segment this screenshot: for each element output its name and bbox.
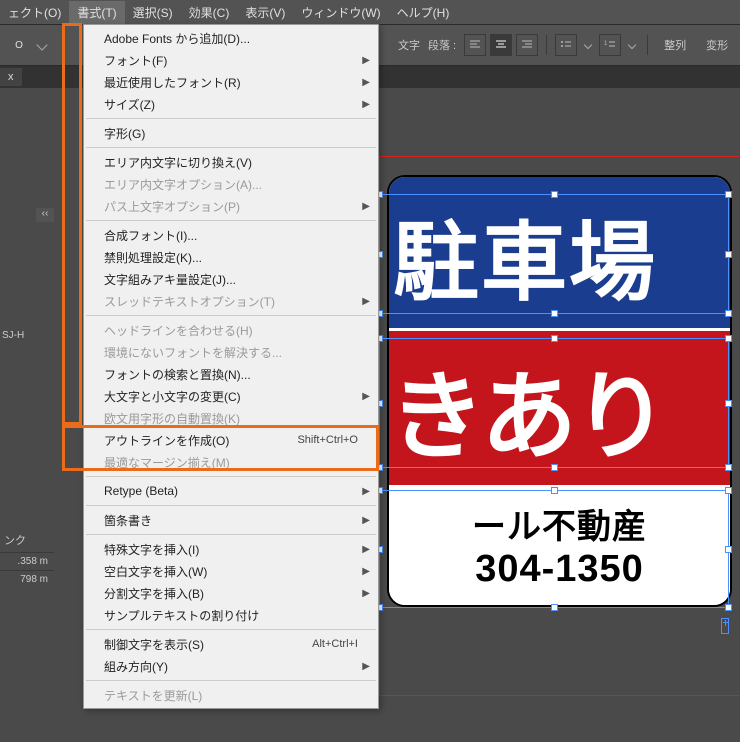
separator	[647, 35, 648, 55]
menu-window[interactable]: ウィンドウ(W)	[293, 1, 388, 24]
menu-item[interactable]: 合成フォント(I)...	[84, 224, 378, 246]
menu-view[interactable]: 表示(V)	[237, 1, 293, 24]
canvas[interactable]: 駐車場 きあり ール不動産 304-1350	[379, 148, 740, 703]
submenu-arrow-icon: ▶	[362, 588, 370, 599]
menu-item: 欧文用字形の自動置換(K)	[84, 407, 378, 429]
menu-item: テキストを更新(L)	[84, 684, 378, 706]
menu-item[interactable]: 組み方向(Y)▶	[84, 655, 378, 677]
submenu-arrow-icon: ▶	[362, 77, 370, 88]
menu-separator	[86, 680, 376, 681]
submenu-arrow-icon: ▶	[362, 544, 370, 555]
menu-effect[interactable]: 効果(C)	[181, 1, 238, 24]
shortcut-label: Alt+Ctrl+I	[312, 638, 358, 650]
menu-object[interactable]: ェクト(O)	[0, 1, 69, 24]
submenu-arrow-icon: ▶	[362, 296, 370, 307]
menu-separator	[86, 118, 376, 119]
menu-select[interactable]: 選択(S)	[125, 1, 181, 24]
chevron-down-icon[interactable]	[584, 41, 592, 49]
shortcut-label: Shift+Ctrl+O	[297, 434, 358, 446]
chevron-down-icon	[36, 39, 47, 50]
panel-text: SJ-H	[2, 330, 24, 341]
menu-item[interactable]: フォントの検索と置換(N)...	[84, 363, 378, 385]
menu-separator	[86, 476, 376, 477]
submenu-arrow-icon: ▶	[362, 515, 370, 526]
menu-item: エリア内文字オプション(A)...	[84, 173, 378, 195]
menu-item[interactable]: Adobe Fonts から追加(D)...	[84, 27, 378, 49]
char-panel-btn[interactable]: O	[8, 34, 30, 56]
menu-separator	[86, 505, 376, 506]
menu-type[interactable]: 書式(T)	[69, 1, 124, 24]
menu-item[interactable]: 文字組みアキ量設定(J)...	[84, 268, 378, 290]
align-right-btn[interactable]	[516, 34, 538, 56]
menubar: ェクト(O) 書式(T) 選択(S) 効果(C) 表示(V) ウィンドウ(W) …	[0, 0, 740, 24]
tab-close[interactable]: x	[8, 71, 14, 83]
menu-item[interactable]: フォント(F)▶	[84, 49, 378, 71]
menu-item[interactable]: サイズ(Z)▶	[84, 93, 378, 115]
menu-item[interactable]: サンプルテキストの割り付け	[84, 604, 378, 626]
submenu-arrow-icon: ▶	[362, 55, 370, 66]
submenu-arrow-icon: ▶	[362, 99, 370, 110]
height-field[interactable]: 798 m	[0, 570, 54, 588]
menu-item[interactable]: 字形(G)	[84, 122, 378, 144]
document-tab[interactable]: x	[0, 68, 22, 86]
align-panel-btn[interactable]: 整列	[656, 34, 694, 56]
menu-item: 最適なマージン揃え(M)	[84, 451, 378, 473]
list-bullet-btn[interactable]	[555, 34, 577, 56]
panel-collapse[interactable]: ‹‹	[36, 208, 54, 222]
menu-separator	[86, 629, 376, 630]
svg-text:1: 1	[604, 41, 608, 47]
link-panel-label[interactable]: ンク	[0, 528, 54, 552]
menu-item[interactable]: 大文字と小文字の変更(C)▶	[84, 385, 378, 407]
menu-item: ヘッドラインを合わせる(H)	[84, 319, 378, 341]
align-left-btn[interactable]	[464, 34, 486, 56]
chevron-down-icon[interactable]	[628, 41, 636, 49]
menu-separator	[86, 534, 376, 535]
selection-box[interactable]	[379, 338, 729, 468]
menu-help[interactable]: ヘルプ(H)	[389, 1, 458, 24]
menu-item[interactable]: 禁則処理設定(K)...	[84, 246, 378, 268]
menu-item[interactable]: 制御文字を表示(S)Alt+Ctrl+I	[84, 633, 378, 655]
menu-item: スレッドテキストオプション(T)▶	[84, 290, 378, 312]
type-menu-dropdown: Adobe Fonts から追加(D)...フォント(F)▶最近使用したフォント…	[83, 24, 379, 709]
submenu-arrow-icon: ▶	[362, 391, 370, 402]
selection-box[interactable]	[379, 490, 729, 608]
menu-separator	[86, 315, 376, 316]
menu-item[interactable]: 箇条書き▶	[84, 509, 378, 531]
menu-item[interactable]: 分割文字を挿入(B)▶	[84, 582, 378, 604]
overflow-indicator[interactable]	[721, 618, 729, 634]
selection-box[interactable]	[379, 194, 729, 314]
width-field[interactable]: .358 m	[0, 552, 54, 570]
menu-item: パス上文字オプション(P)▶	[84, 195, 378, 217]
text-label: 文字	[398, 37, 420, 53]
menu-separator	[86, 220, 376, 221]
menu-item[interactable]: Retype (Beta)▶	[84, 480, 378, 502]
list-number-btn[interactable]: 1	[599, 34, 621, 56]
menu-item[interactable]: エリア内文字に切り換え(V)	[84, 151, 378, 173]
submenu-arrow-icon: ▶	[362, 661, 370, 672]
submenu-arrow-icon: ▶	[362, 566, 370, 577]
align-center-btn[interactable]	[490, 34, 512, 56]
side-panel: ンク .358 m 798 m	[0, 528, 54, 588]
menu-item: 環境にないフォントを解決する...	[84, 341, 378, 363]
menu-item[interactable]: 最近使用したフォント(R)▶	[84, 71, 378, 93]
submenu-arrow-icon: ▶	[362, 486, 370, 497]
menu-separator	[86, 147, 376, 148]
para-label: 段落 :	[428, 37, 456, 53]
submenu-arrow-icon: ▶	[362, 201, 370, 212]
separator	[546, 35, 547, 55]
transform-panel-btn[interactable]: 変形	[698, 34, 736, 56]
menu-item[interactable]: アウトラインを作成(O)Shift+Ctrl+O	[84, 429, 378, 451]
menu-item[interactable]: 特殊文字を挿入(I)▶	[84, 538, 378, 560]
menu-item[interactable]: 空白文字を挿入(W)▶	[84, 560, 378, 582]
